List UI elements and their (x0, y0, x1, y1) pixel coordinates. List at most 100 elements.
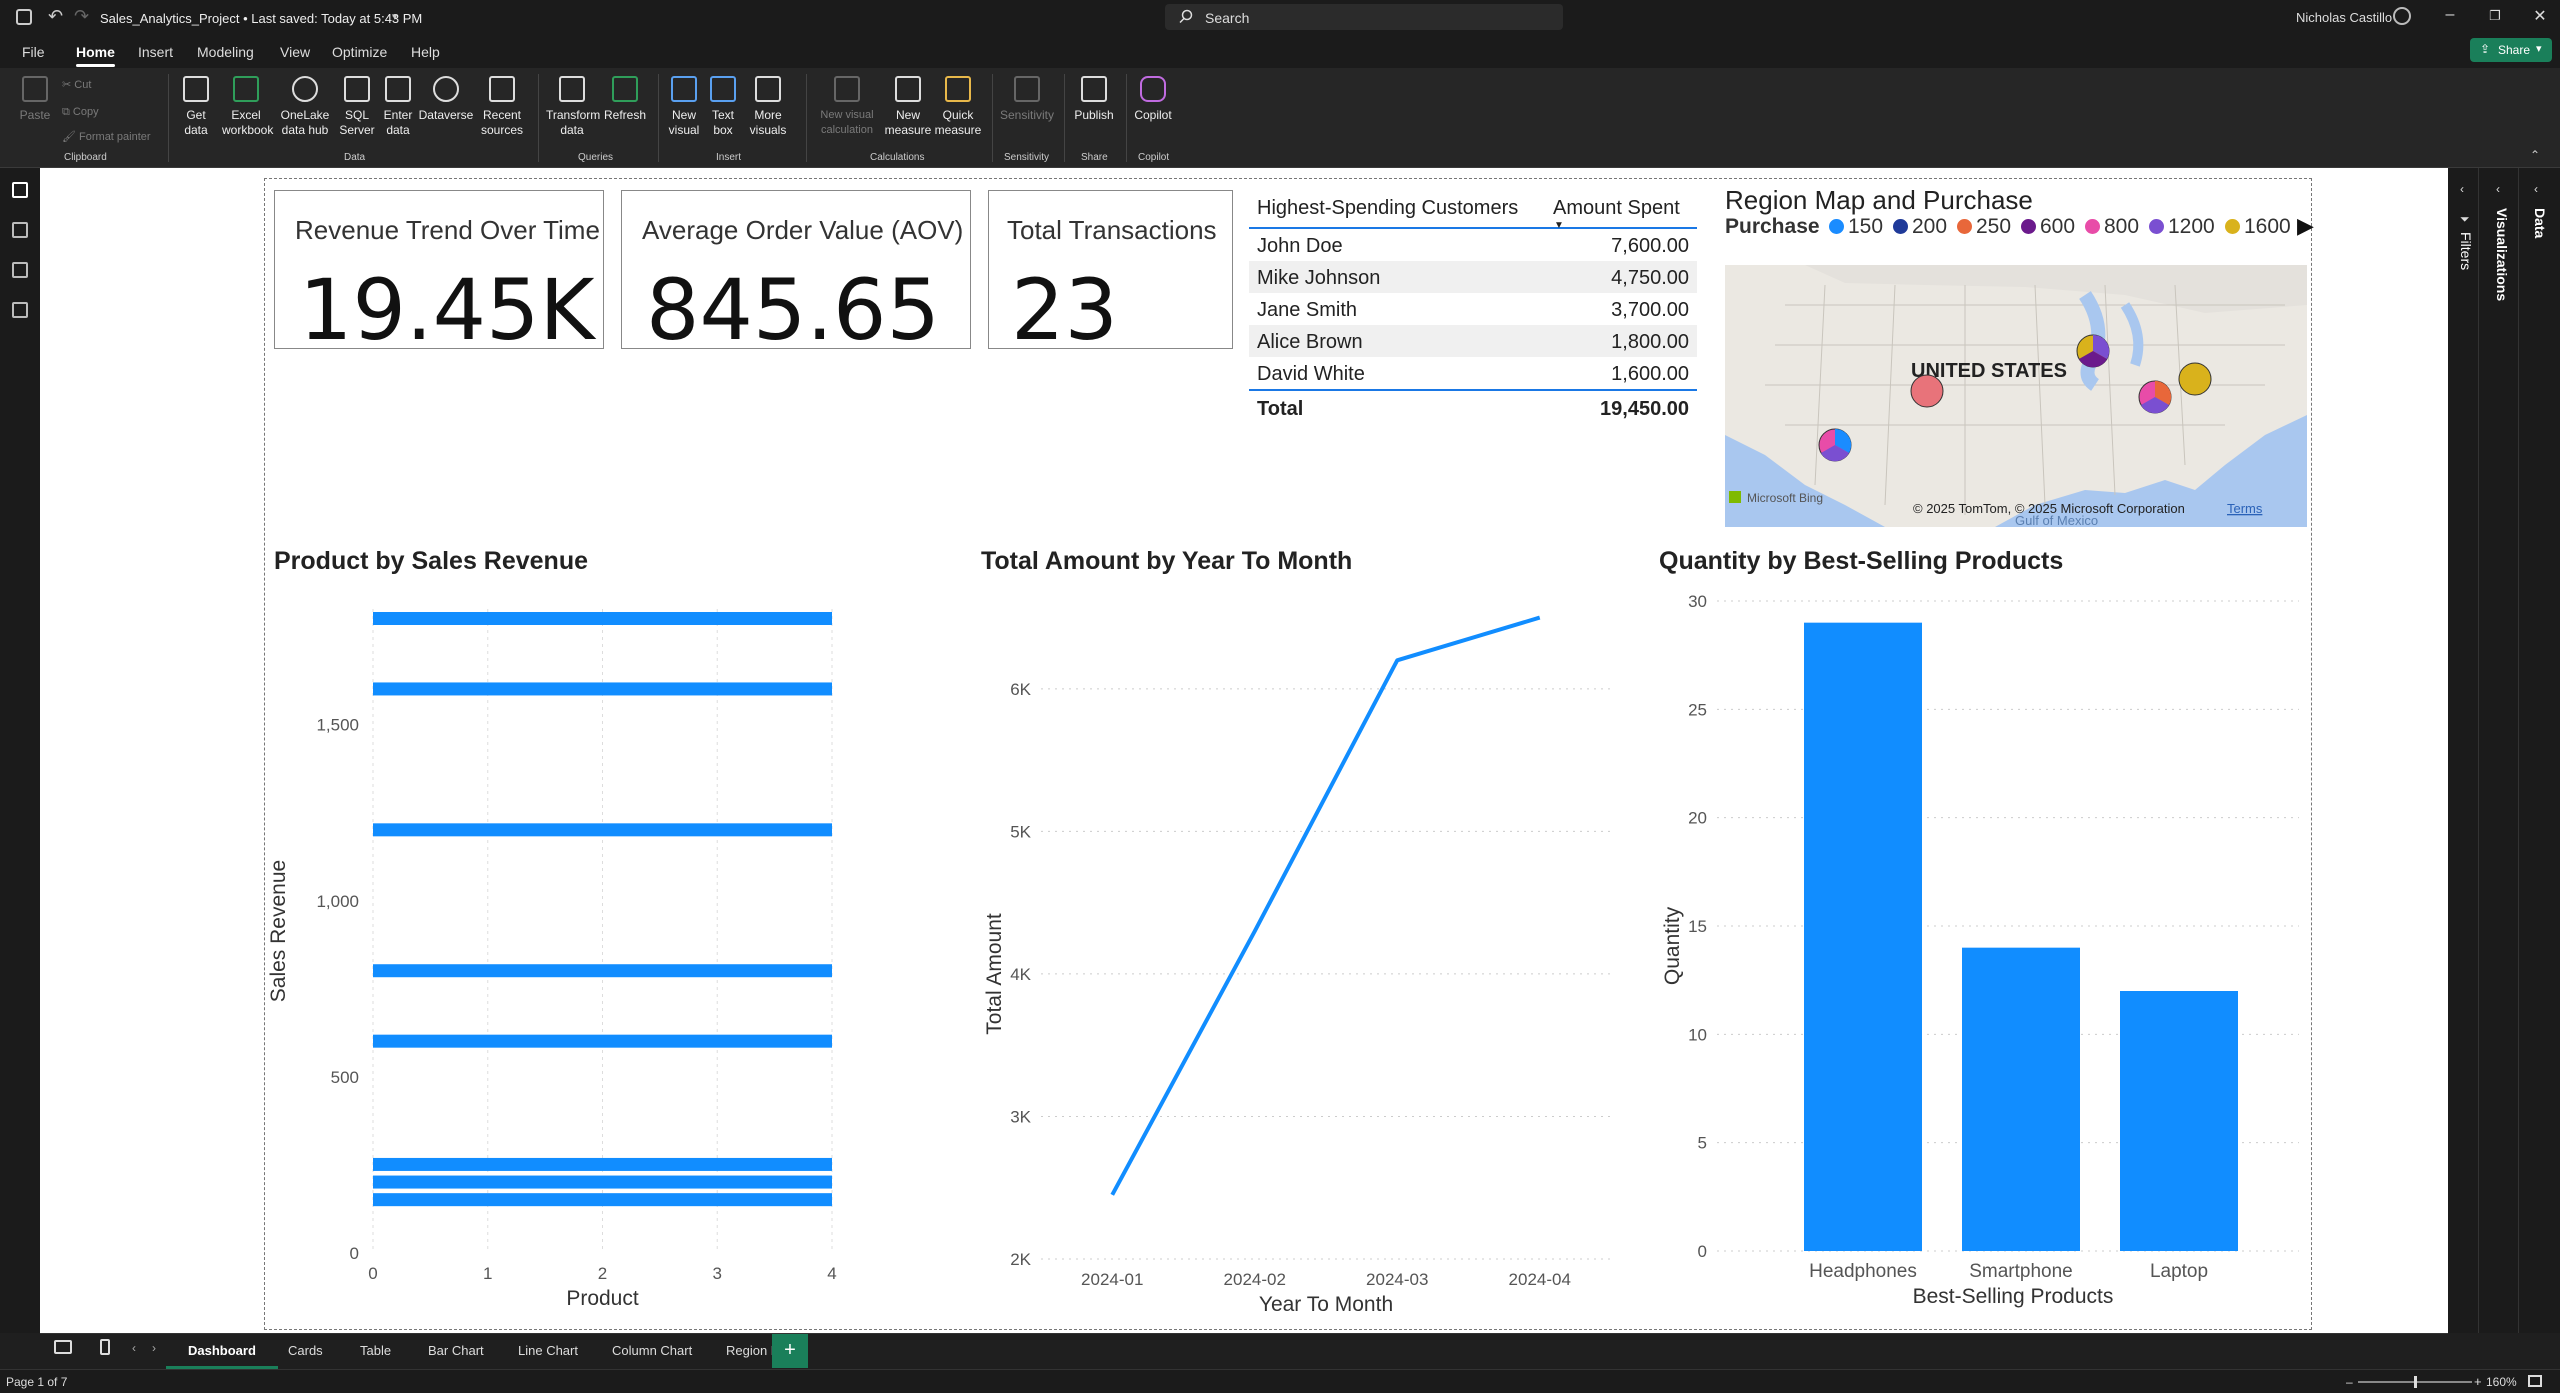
column-header-amount[interactable]: Amount Spent (1553, 197, 1680, 220)
search-box[interactable]: Search (1165, 4, 1563, 30)
table-row[interactable]: John Doe 7,600.00 (1249, 229, 1697, 261)
excel-workbook-button[interactable]: Excel workbook (222, 76, 273, 138)
prev-page-icon[interactable]: ‹ (132, 1341, 136, 1355)
refresh-button[interactable]: Refresh (602, 76, 648, 123)
redo-icon[interactable]: ↷ (74, 6, 89, 27)
sensitivity-button[interactable]: Sensitivity (998, 76, 1056, 123)
menu-view[interactable]: View (280, 44, 310, 60)
collapse-filters-icon[interactable]: ‹ (2460, 182, 2464, 196)
menu-home[interactable]: Home (76, 44, 115, 67)
menu-modeling[interactable]: Modeling (197, 44, 254, 60)
model-view-icon[interactable] (12, 262, 28, 278)
legend-item[interactable]: 150 (1829, 215, 1883, 239)
tab-table[interactable]: Table (360, 1343, 391, 1358)
legend-item[interactable]: 200 (1893, 215, 1947, 239)
chevron-down-icon[interactable]: ▾ (392, 10, 398, 23)
collapse-ribbon-icon[interactable]: ⌃ (2530, 148, 2540, 162)
menu-file[interactable]: File (22, 44, 45, 60)
add-page-button[interactable]: + (772, 1334, 808, 1368)
zoom-slider-handle[interactable] (2414, 1376, 2417, 1388)
map-canvas[interactable]: UNITED STATES Gulf of Mexico Microsoft B… (1725, 265, 2307, 527)
save-icon[interactable] (16, 9, 32, 25)
menu-optimize[interactable]: Optimize (332, 44, 387, 60)
sql-server-button[interactable]: SQL Server (336, 76, 378, 138)
map-terms-link[interactable]: Terms (2227, 501, 2263, 516)
legend-label: 1200 (2168, 215, 2215, 238)
cut-button[interactable]: ✂ Cut (62, 78, 91, 91)
dax-query-view-icon[interactable] (12, 302, 28, 318)
tab-dashboard[interactable]: Dashboard (166, 1343, 278, 1369)
table-row[interactable]: Jane Smith 3,700.00 (1249, 293, 1697, 325)
tab-bar-chart[interactable]: Bar Chart (428, 1343, 484, 1358)
table-row[interactable]: David White 1,600.00 (1249, 357, 1697, 389)
legend-item[interactable]: 600 (2021, 215, 2075, 239)
product-sales-chart[interactable]: Product by Sales Revenue 0 1 2 3 4 0 500 1,000 1… (265, 539, 985, 1329)
report-view-icon[interactable] (12, 182, 28, 198)
onelake-button[interactable]: OneLake data hub (276, 76, 334, 138)
map-bubble[interactable] (2178, 362, 2212, 396)
legend-item[interactable]: 250 (1957, 215, 2011, 239)
card-aov[interactable]: Average Order Value (AOV) 845.65 (621, 190, 971, 359)
quantity-chart[interactable]: Quantity by Best-Selling Products 0 5 10 15… (1659, 539, 2313, 1329)
format-painter-button[interactable]: 🖌 Format painter (62, 130, 151, 143)
group-data: Data (344, 152, 366, 163)
fit-to-page-icon[interactable] (2528, 1375, 2542, 1387)
customers-table[interactable]: Highest-Spending Customers Amount Spent … (1249, 185, 1697, 425)
menu-insert[interactable]: Insert (138, 44, 173, 60)
legend-item[interactable]: 1600 (2225, 215, 2291, 239)
collapse-visualizations-icon[interactable]: ‹ (2496, 182, 2500, 196)
map-bubble[interactable] (2076, 334, 2110, 368)
new-visual-calculation-button[interactable]: New visual calculation (812, 76, 882, 138)
share-button[interactable]: ⇪ Share ▾ (2470, 38, 2552, 62)
card-total-transactions[interactable]: Total Transactions 23 (988, 190, 1233, 359)
avatar[interactable] (2393, 7, 2411, 25)
column-header-customers[interactable]: Highest-Spending Customers (1257, 197, 1518, 220)
desktop-layout-icon[interactable] (54, 1340, 72, 1354)
copy-button[interactable]: ⧉ Copy (62, 106, 99, 119)
text-box-button[interactable]: Text box (706, 76, 740, 138)
map-bubble[interactable] (1910, 374, 1944, 408)
new-measure-button[interactable]: New measure (884, 76, 932, 138)
mobile-layout-icon[interactable] (100, 1339, 110, 1355)
copy-label: Copy (72, 106, 99, 118)
tab-column-chart[interactable]: Column Chart (612, 1343, 692, 1358)
copilot-button[interactable]: Copilot (1130, 76, 1176, 123)
report-page[interactable]: Revenue Trend Over Time 19.45K Average O… (264, 178, 2314, 1330)
next-page-icon[interactable]: › (152, 1341, 156, 1355)
quick-measure-button[interactable]: Quick measure (934, 76, 982, 138)
dataverse-button[interactable]: Dataverse (418, 76, 474, 123)
zoom-in-icon[interactable]: + (2474, 1374, 2482, 1389)
get-data-button[interactable]: Get data (176, 76, 216, 138)
undo-icon[interactable]: ↶ (48, 6, 63, 27)
restore-icon[interactable]: ❐ (2480, 8, 2510, 24)
customer-name: John Doe (1257, 235, 1343, 257)
legend-item[interactable]: 800 (2085, 215, 2139, 239)
table-row[interactable]: Mike Johnson 4,750.00 (1249, 261, 1697, 293)
map-bubble[interactable] (2138, 380, 2172, 414)
new-visual-button[interactable]: New visual (664, 76, 704, 138)
transform-data-button[interactable]: Transform data (546, 76, 600, 138)
table-view-icon[interactable] (12, 222, 28, 238)
user-name[interactable]: Nicholas Castillo (2296, 10, 2392, 25)
more-visuals-button[interactable]: More visuals (742, 76, 794, 138)
legend-next-icon[interactable]: ▶ (2297, 213, 2314, 239)
enter-data-button[interactable]: Enter data (380, 76, 416, 138)
data-pane-tab[interactable]: Data (2532, 208, 2548, 238)
visualizations-pane-tab[interactable]: Visualizations (2494, 208, 2510, 301)
menu-help[interactable]: Help (411, 44, 440, 60)
publish-button[interactable]: Publish (1070, 76, 1118, 123)
card-revenue-trend[interactable]: Revenue Trend Over Time 19.45K (274, 190, 604, 359)
table-row[interactable]: Alice Brown 1,800.00 (1249, 325, 1697, 357)
collapse-data-icon[interactable]: ‹ (2534, 182, 2538, 196)
tab-line-chart[interactable]: Line Chart (518, 1343, 578, 1358)
minimize-icon[interactable]: – (2435, 6, 2465, 24)
paste-button[interactable]: Paste (14, 76, 56, 123)
total-amount-chart[interactable]: Total Amount by Year To Month 2K 3K 4K 5K 6K… (981, 539, 1661, 1329)
map-bubble[interactable] (1818, 428, 1852, 462)
filters-pane-tab[interactable]: Filters (2458, 232, 2474, 270)
recent-sources-button[interactable]: Recent sources (476, 76, 528, 138)
tab-cards[interactable]: Cards (288, 1343, 323, 1358)
close-icon[interactable]: ✕ (2525, 6, 2555, 26)
legend-item[interactable]: 1200 (2149, 215, 2215, 239)
zoom-out-icon[interactable]: – (2346, 1375, 2353, 1389)
